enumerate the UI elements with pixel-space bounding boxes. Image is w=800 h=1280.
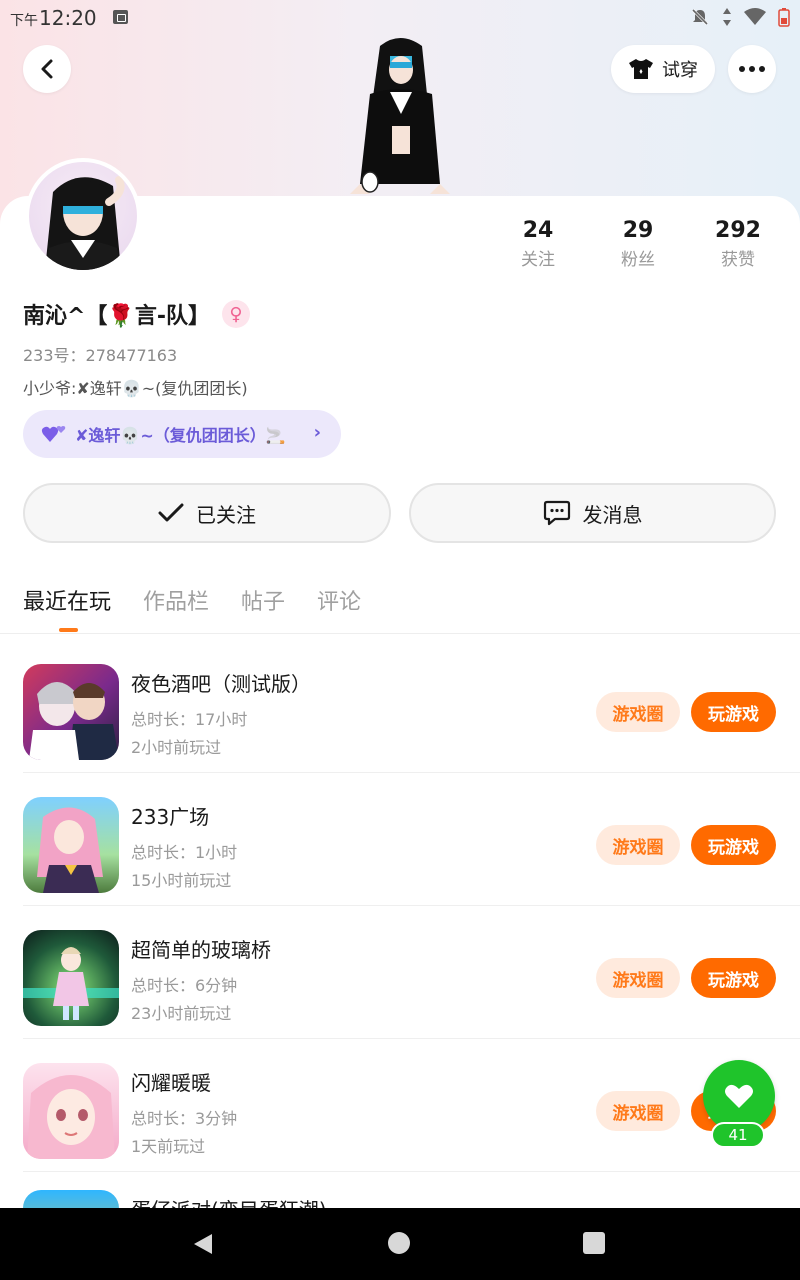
tshirt-icon [629,59,653,79]
back-button[interactable] [23,45,71,93]
tab-works[interactable]: 作品栏 [143,584,209,616]
check-icon [158,503,184,522]
play-game-button[interactable]: 玩游戏 [691,958,776,998]
game-duration: 总时长：17小时 [131,710,248,729]
game-thumbnail [23,947,119,1020]
status-time: 12:20 [39,6,97,30]
status-ampm: 下午 [10,13,38,29]
game-icon-glass-bridge [23,930,119,1026]
more-dots-icon [739,66,765,72]
profile-uid: 233号：278477163 [23,346,178,365]
hearts-icon [41,426,66,442]
wifi-icon [744,8,766,25]
game-last-played: 1天前玩过 [131,1137,206,1156]
game-title: 夜色酒吧（测试版） [131,672,311,696]
notification-icon [113,10,128,24]
status-bar: 下午 12:20 [0,0,800,36]
avatar[interactable] [25,158,141,274]
game-last-played: 23小时前玩过 [131,1004,232,1023]
tabs-divider [0,633,800,634]
more-button[interactable] [728,45,776,93]
game-list-item[interactable]: 超简单的玻璃桥 总时长：6分钟 23小时前玩过 游戏圈 玩游戏 [23,906,800,1039]
team-label: ✘逸轩💀~（复仇团团长）🚬 [75,426,286,445]
stat-value: 24 [522,218,554,243]
battery-icon [778,8,790,27]
game-thumbnail [29,682,119,760]
game-title: 超简单的玻璃桥 [131,938,271,962]
stat-likes[interactable]: 292 获赞 [688,216,788,274]
nav-recents-icon[interactable] [583,1232,605,1254]
active-tab-indicator [59,628,78,632]
game-icon-233-plaza [23,797,119,893]
chat-bubble-icon [543,500,570,526]
game-thumbnail [27,1075,115,1159]
tab-recently-played[interactable]: 最近在玩 [23,584,111,616]
game-circle-button[interactable]: 游戏圈 [596,692,680,732]
chevron-left-icon [41,59,53,79]
tab-posts[interactable]: 帖子 [241,584,285,616]
stat-following[interactable]: 24 关注 [488,216,588,274]
play-game-button[interactable]: 玩游戏 [691,825,776,865]
play-game-button[interactable]: 玩游戏 [691,692,776,732]
silent-bell-icon [691,8,709,26]
game-list-item[interactable]: 闪耀暖暖 总时长：3分钟 1天前玩过 游戏圈 玩游戏 [23,1039,800,1172]
stat-label: 关注 [521,250,555,270]
send-message-label: 发消息 [582,502,643,527]
tab-comments[interactable]: 评论 [317,584,361,616]
team-badge-button[interactable]: ✘逸轩💀~（复仇团团长）🚬 › [23,410,341,458]
game-duration: 总时长：6分钟 [131,976,238,995]
followed-button[interactable]: 已关注 [23,483,391,543]
game-thumbnail [37,807,103,893]
profile-name: 南沁^【🌹言-队】 [23,304,210,329]
game-list-item[interactable]: 233广场 总时长：1小时 15小时前玩过 游戏圈 玩游戏 [23,773,800,906]
stat-value: 292 [715,218,761,243]
profile-bio: 小少爷:✘逸轩💀~(复仇团团长) [23,379,248,398]
data-arrows-icon [723,8,731,26]
game-duration: 总时长：1小时 [131,843,238,862]
try-on-button[interactable]: 试穿 [611,45,715,93]
game-circle-button[interactable]: 游戏圈 [596,958,680,998]
avatar-portrait [45,176,125,270]
game-last-played: 2小时前玩过 [131,738,222,757]
profile-name-row: 南沁^【🌹言-队】 ♀ [23,298,250,330]
avatar-character-figure [350,38,450,194]
game-icon-eggy-party [23,1190,119,1208]
game-title: 闪耀暖暖 [131,1071,211,1095]
game-list-item[interactable]: 蛋仔派对(变目蛋狂潮) [23,1172,800,1208]
chevron-right-icon: › [313,422,321,443]
game-icon-shining-nikki [23,1063,119,1159]
game-title: 蛋仔派对(变目蛋狂潮) [131,1194,327,1208]
game-title: 233广场 [131,805,210,829]
profile-tabs: 最近在玩 作品栏 帖子 评论 [23,584,361,616]
stat-value: 29 [622,218,654,243]
stat-label: 粉丝 [621,250,655,270]
try-on-label: 试穿 [662,60,698,81]
like-count-badge: 41 [711,1122,765,1148]
heart-icon [725,1084,753,1108]
game-icon-night-bar [23,664,119,760]
game-circle-button[interactable]: 游戏圈 [596,1091,680,1131]
stat-label: 获赞 [721,250,755,270]
game-duration: 总时长：3分钟 [131,1109,238,1128]
female-gender-icon: ♀ [221,300,250,328]
nav-back-icon[interactable] [192,1232,214,1256]
nav-home-icon[interactable] [388,1232,410,1254]
game-last-played: 15小时前玩过 [131,871,232,890]
game-list-item[interactable]: 夜色酒吧（测试版） 总时长：17小时 2小时前玩过 游戏圈 玩游戏 [23,640,800,773]
game-circle-button[interactable]: 游戏圈 [596,825,680,865]
stat-fans[interactable]: 29 粉丝 [588,216,688,274]
followed-label: 已关注 [196,502,256,527]
profile-stats: 24 关注 29 粉丝 292 获赞 [488,216,788,274]
system-navigation-bar [0,1208,800,1280]
send-message-button[interactable]: 发消息 [409,483,776,543]
